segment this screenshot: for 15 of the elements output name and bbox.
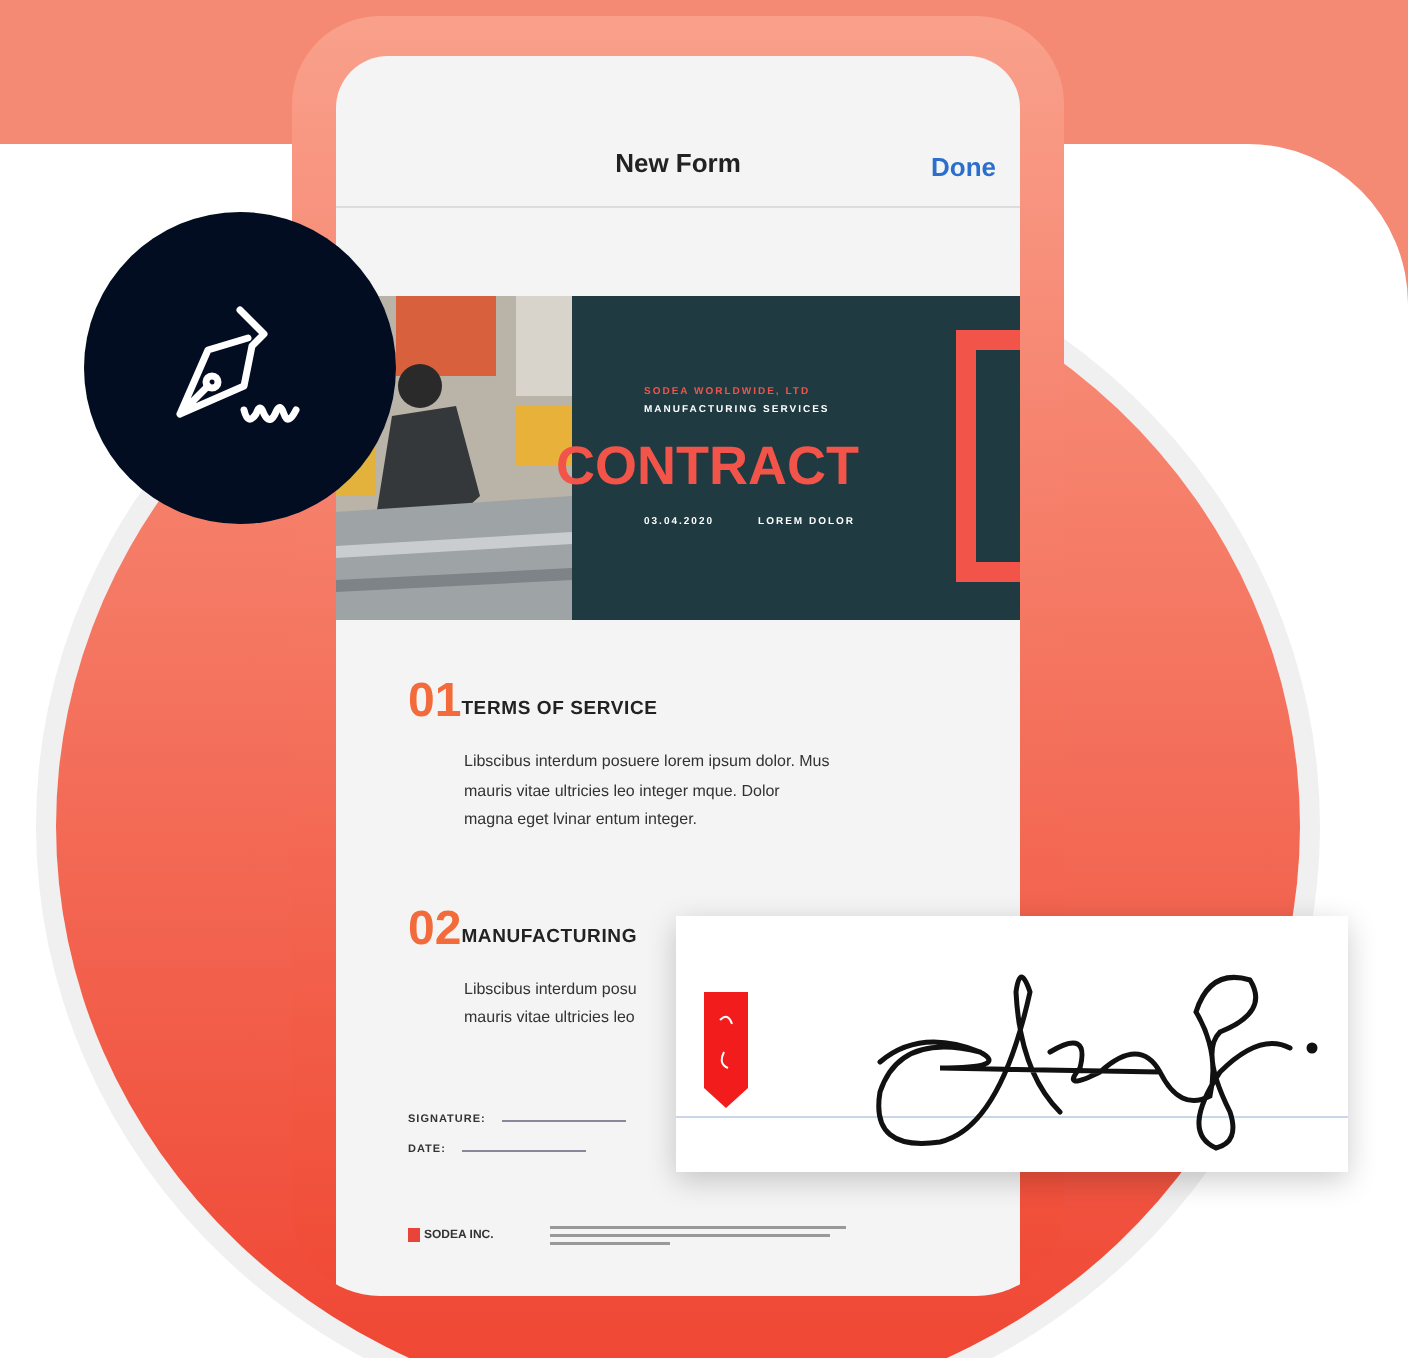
fill-in-line xyxy=(501,1119,626,1121)
section-heading: MANUFACTURING xyxy=(461,925,638,947)
bookmark-icon xyxy=(704,992,748,1108)
done-button[interactable]: Done xyxy=(931,152,996,182)
screen-title: New Form xyxy=(615,148,741,178)
section-number: 02 xyxy=(408,907,462,951)
section-number: 01 xyxy=(408,680,462,724)
section-heading: TERMS OF SERVICE xyxy=(461,698,658,720)
body-text: mauris vitae ultricies leo xyxy=(464,1006,637,1030)
body-text: magna eget lvinar entum integer. xyxy=(464,808,700,832)
fill-in-line xyxy=(461,1149,586,1151)
logo-icon xyxy=(408,1228,420,1242)
body-text: mauris vitae ultricies leo integer mque. Dolor xyxy=(464,779,782,804)
body-text: Libscibus interdum posu xyxy=(464,977,639,1002)
body-text: Libscibus interdum posuere lorem ipsum dolor. Mus xyxy=(464,750,832,774)
